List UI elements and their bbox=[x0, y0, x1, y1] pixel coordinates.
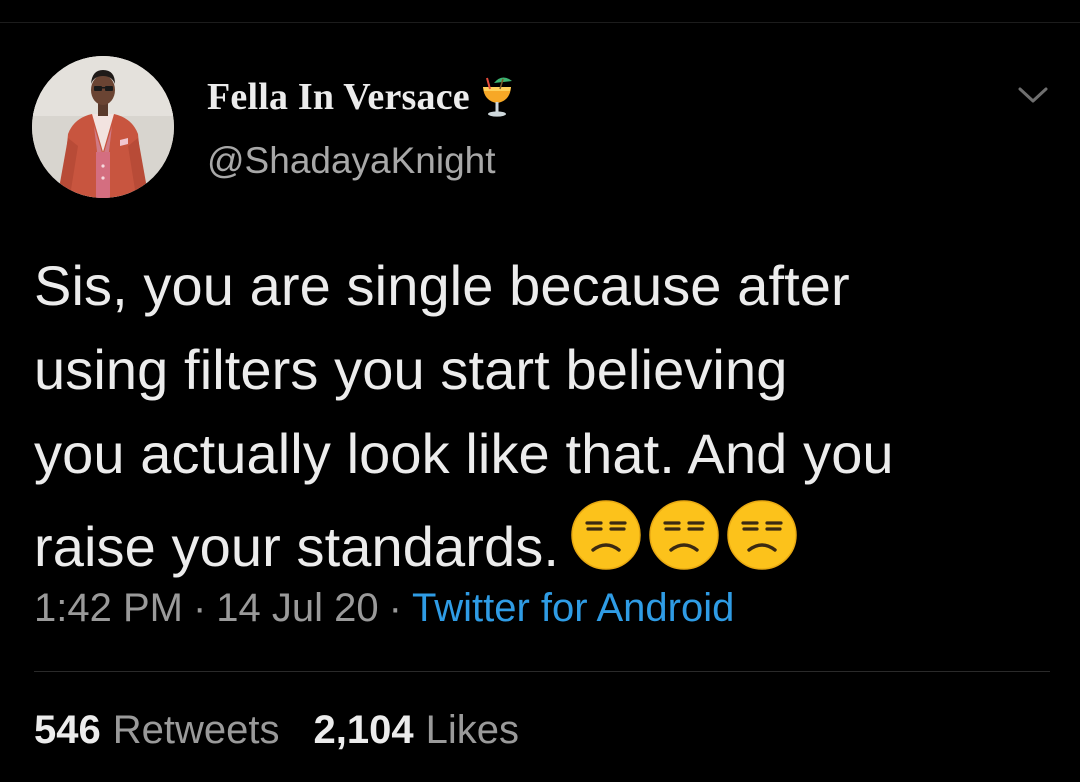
likes-stat[interactable]: 2,104 Likes bbox=[314, 708, 520, 753]
tweet-text-line: Sis, you are single because after bbox=[34, 254, 850, 317]
tropical-drink-icon bbox=[478, 75, 516, 119]
tweet-text-line: you actually look like that. And you bbox=[34, 422, 894, 485]
stats-divider bbox=[34, 671, 1050, 672]
tweet-meta: 1:42 PM · 14 Jul 20 · Twitter for Android bbox=[34, 586, 734, 631]
tweet-text-line: using filters you start believing bbox=[34, 338, 788, 401]
tweet-text-line-last: raise your standards. bbox=[34, 496, 1054, 580]
likes-count: 2,104 bbox=[313, 708, 414, 752]
meta-separator: · bbox=[192, 586, 207, 630]
avatar[interactable] bbox=[32, 56, 174, 198]
tweet-time[interactable]: 1:42 PM bbox=[34, 586, 183, 630]
meta-separator: · bbox=[388, 586, 402, 630]
retweets-stat[interactable]: 546 Retweets bbox=[34, 708, 280, 753]
avatar-image bbox=[32, 56, 174, 198]
unamused-face-icon bbox=[723, 496, 801, 574]
tweet-text-line: raise your standards. bbox=[34, 515, 560, 578]
tweet-date[interactable]: 14 Jul 20 bbox=[216, 586, 378, 630]
unamused-face-icon bbox=[567, 496, 645, 574]
user-handle[interactable]: @ShadayaKnight bbox=[207, 140, 496, 182]
chevron-down-icon[interactable] bbox=[1016, 84, 1050, 106]
retweets-count: 546 bbox=[34, 708, 101, 752]
tweet-source-link[interactable]: Twitter for Android bbox=[412, 586, 734, 630]
tweet-stats: 546 Retweets 2,104 Likes bbox=[34, 708, 553, 753]
emoji-group bbox=[567, 496, 801, 574]
top-divider bbox=[0, 22, 1080, 23]
unamused-face-icon bbox=[645, 496, 723, 574]
retweets-label: Retweets bbox=[112, 708, 280, 752]
likes-label: Likes bbox=[425, 708, 519, 752]
display-name[interactable]: Fella In Versace bbox=[207, 75, 470, 119]
tweet-text: Sis, you are single because after using … bbox=[34, 244, 1054, 580]
display-name-row: Fella In Versace bbox=[207, 72, 516, 122]
